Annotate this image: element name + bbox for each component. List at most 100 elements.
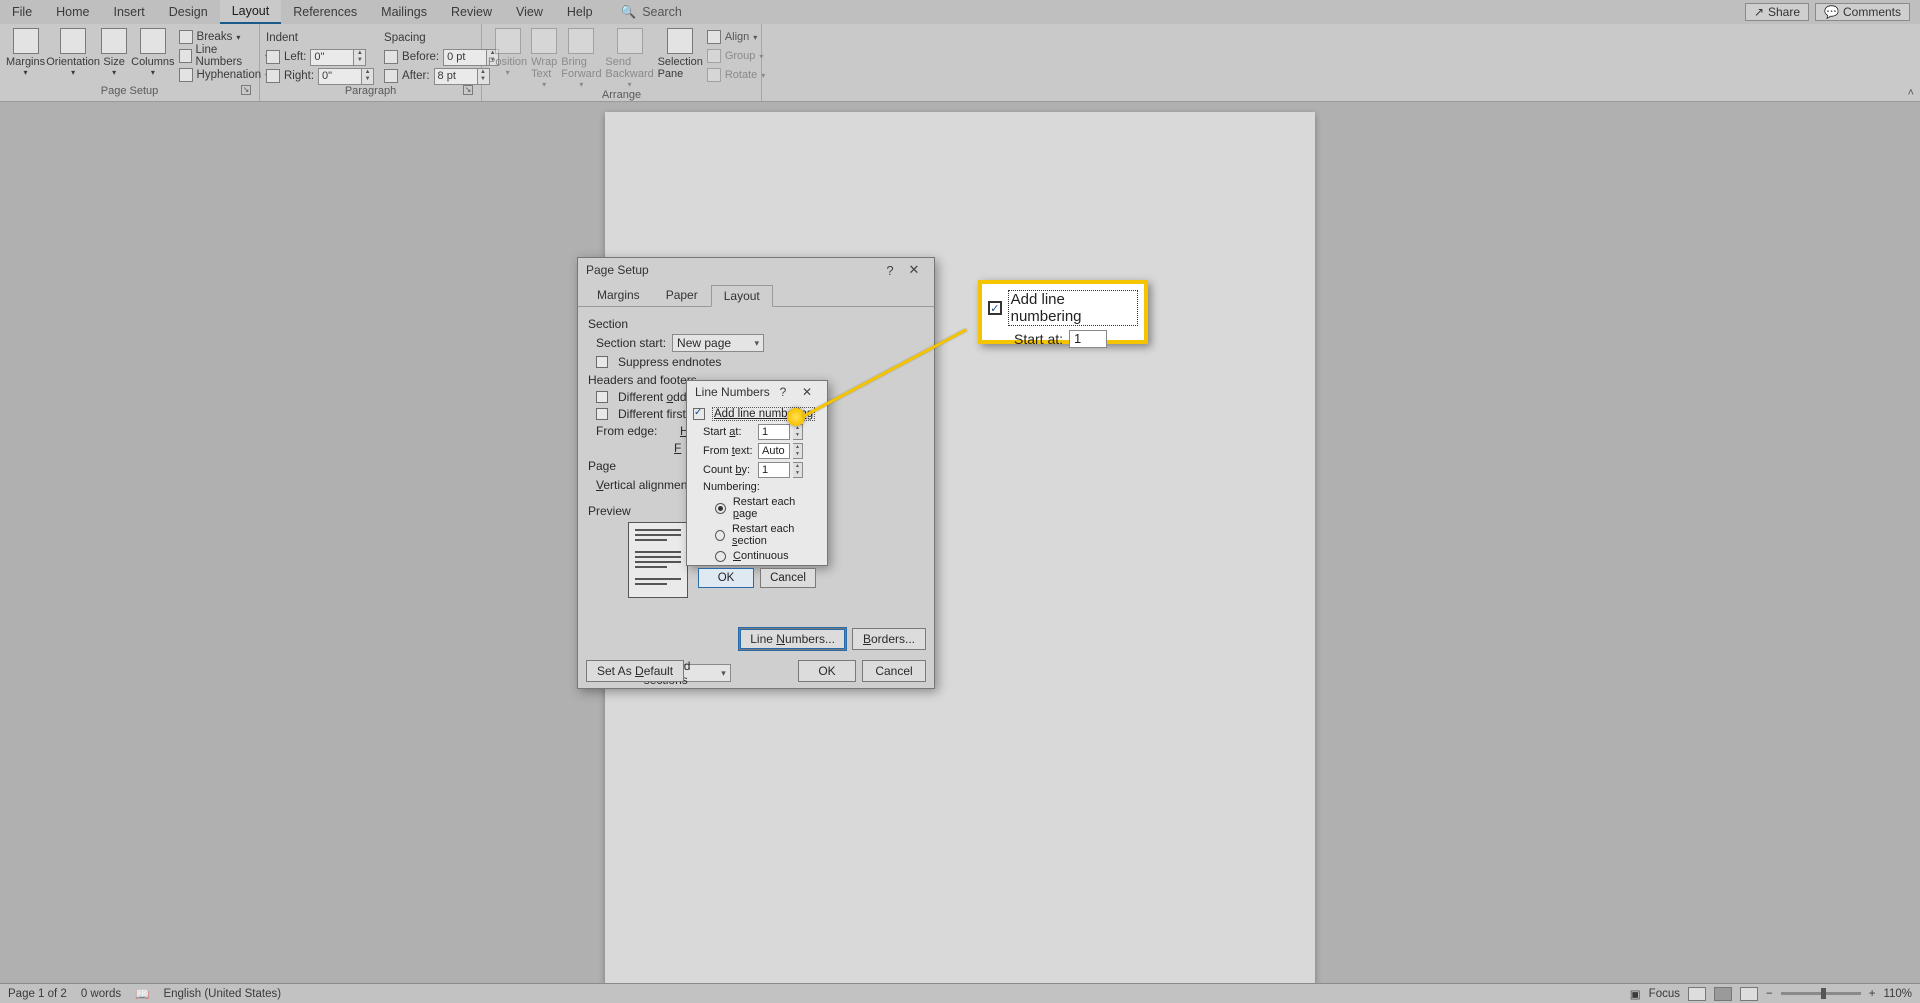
collapse-ribbon-icon[interactable]: ˄ bbox=[1908, 87, 1914, 99]
tab-layout[interactable]: Layout bbox=[220, 0, 282, 24]
page-setup-help-button[interactable]: ? bbox=[878, 263, 902, 278]
bring-forward-label: Bring Forward bbox=[561, 56, 601, 80]
from-text-input[interactable]: Auto bbox=[758, 443, 790, 459]
indent-right[interactable]: Right:0"▲▼ bbox=[266, 67, 374, 85]
add-line-numbering-checkbox[interactable] bbox=[693, 408, 705, 420]
share-button[interactable]: ↗ Share bbox=[1745, 3, 1809, 21]
indent-right-value[interactable]: 0" bbox=[318, 68, 362, 85]
section-start-dropdown[interactable]: New page▾ bbox=[672, 334, 764, 352]
columns-label: Columns bbox=[131, 56, 174, 68]
diff-odd-even-checkbox[interactable] bbox=[596, 391, 608, 403]
ps-tab-margins[interactable]: Margins bbox=[584, 284, 653, 306]
ln-help-button[interactable]: ? bbox=[771, 385, 795, 399]
comments-button[interactable]: 💬 Comments bbox=[1815, 3, 1910, 21]
tab-mailings[interactable]: Mailings bbox=[369, 1, 439, 23]
status-page[interactable]: Page 1 of 2 bbox=[8, 988, 67, 1000]
hyphenation-button[interactable]: Hyphenation▾ bbox=[179, 66, 270, 84]
zoom-out-button[interactable]: − bbox=[1766, 988, 1773, 1000]
focus-mode-icon[interactable]: ▣ bbox=[1630, 987, 1641, 1001]
borders-button[interactable]: Borders... bbox=[852, 628, 926, 650]
rotate-button: Rotate▾ bbox=[707, 66, 765, 84]
start-at-input[interactable]: 1 bbox=[758, 424, 790, 440]
restart-page-radio[interactable] bbox=[715, 503, 726, 514]
position-label: Position bbox=[488, 56, 527, 68]
web-layout-button[interactable] bbox=[1740, 987, 1758, 1001]
bring-forward-icon bbox=[568, 28, 594, 54]
tab-review[interactable]: Review bbox=[439, 1, 504, 23]
status-focus[interactable]: Focus bbox=[1649, 988, 1680, 1000]
line-numbers-label: Line Numbers bbox=[196, 44, 262, 68]
zoom-in-button[interactable]: + bbox=[1869, 988, 1876, 1000]
count-by-input[interactable]: 1 bbox=[758, 462, 790, 478]
line-numbers-dialog: Line Numbers ? ✕ Add line numbering Star… bbox=[686, 380, 828, 566]
tab-help[interactable]: Help bbox=[555, 1, 605, 23]
ps-cancel-button[interactable]: Cancel bbox=[862, 660, 926, 682]
size-button[interactable]: Size▾ bbox=[101, 26, 127, 77]
tab-design[interactable]: Design bbox=[157, 1, 220, 23]
count-by-spinner[interactable]: ▲▼ bbox=[793, 462, 803, 478]
page-setup-launcher[interactable]: ↘ bbox=[241, 85, 251, 95]
spellcheck-icon[interactable]: 📖 bbox=[135, 987, 149, 1001]
rotate-label: Rotate bbox=[725, 69, 757, 81]
indent-left-value[interactable]: 0" bbox=[310, 49, 354, 66]
indent-right-spinner[interactable]: ▲▼ bbox=[362, 68, 374, 85]
continuous-radio[interactable] bbox=[715, 551, 726, 562]
zoom-level[interactable]: 110% bbox=[1883, 988, 1912, 1000]
wrap-text-icon bbox=[531, 28, 557, 54]
group-icon bbox=[707, 49, 721, 63]
columns-button[interactable]: Columns▾ bbox=[131, 26, 174, 77]
document-area: Page Setup ? ✕ Margins Paper Layout Sect… bbox=[0, 102, 1920, 983]
line-numbers-dialog-label: Line Numbers... bbox=[750, 632, 835, 646]
line-numbers-button[interactable]: Line Numbers▾ bbox=[179, 47, 270, 65]
status-language[interactable]: English (United States) bbox=[163, 988, 281, 1000]
ln-close-button[interactable]: ✕ bbox=[795, 385, 819, 399]
callout-checkbox-icon: ✓ bbox=[988, 301, 1002, 315]
from-text-spinner[interactable]: ▲▼ bbox=[793, 443, 803, 459]
group-obj-label: Group bbox=[725, 50, 756, 62]
tab-home[interactable]: Home bbox=[44, 1, 101, 23]
indent-left[interactable]: Left: 0"▲▼ bbox=[266, 48, 374, 66]
selection-pane-button[interactable]: Selection Pane bbox=[658, 26, 703, 80]
diff-first-page-checkbox[interactable] bbox=[596, 408, 608, 420]
line-numbers-dialog-button[interactable]: Line Numbers... bbox=[739, 628, 846, 650]
set-as-default-button[interactable]: Set As Default bbox=[586, 660, 684, 682]
callout-start-at-value: 1 bbox=[1069, 330, 1107, 348]
tab-file[interactable]: File bbox=[0, 1, 44, 23]
ln-ok-button[interactable]: OK bbox=[698, 568, 754, 588]
tab-view[interactable]: View bbox=[504, 1, 555, 23]
ps-tab-layout[interactable]: Layout bbox=[711, 285, 773, 307]
indent-left-label: Left: bbox=[284, 51, 306, 63]
page-setup-close-button[interactable]: ✕ bbox=[902, 262, 926, 278]
suppress-endnotes-checkbox[interactable] bbox=[596, 356, 608, 368]
align-icon bbox=[707, 30, 721, 44]
spacing-after-value[interactable]: 8 pt bbox=[434, 68, 478, 85]
orientation-button[interactable]: Orientation▾ bbox=[49, 26, 97, 77]
ribbon: Margins▾ Orientation▾ Size▾ Columns▾ Bre… bbox=[0, 24, 1920, 102]
status-words[interactable]: 0 words bbox=[81, 988, 121, 1000]
spacing-before-value[interactable]: 0 pt bbox=[443, 49, 487, 66]
ps-tab-paper[interactable]: Paper bbox=[653, 284, 711, 306]
send-backward-button: Send Backward▾ bbox=[606, 26, 654, 89]
align-label: Align bbox=[725, 31, 749, 43]
restart-section-radio[interactable] bbox=[715, 530, 725, 541]
selection-pane-icon bbox=[667, 28, 693, 54]
indent-left-spinner[interactable]: ▲▼ bbox=[354, 49, 366, 66]
start-at-spinner[interactable]: ▲▼ bbox=[793, 424, 803, 440]
search-box[interactable]: 🔍 Search bbox=[605, 5, 682, 20]
print-layout-button[interactable] bbox=[1714, 987, 1732, 1001]
margins-button[interactable]: Margins▾ bbox=[6, 26, 45, 77]
paragraph-launcher[interactable]: ↘ bbox=[463, 85, 473, 95]
ps-ok-button[interactable]: OK bbox=[798, 660, 856, 682]
ln-title: Line Numbers bbox=[695, 385, 770, 399]
margins-label: Margins bbox=[6, 56, 45, 68]
callout-label: Add line numbering bbox=[1008, 290, 1138, 326]
spacing-after-label: After: bbox=[402, 70, 429, 82]
align-button[interactable]: Align▾ bbox=[707, 28, 765, 46]
zoom-slider[interactable] bbox=[1781, 992, 1861, 995]
tab-references[interactable]: References bbox=[281, 1, 369, 23]
page-setup-group-label: Page Setup bbox=[101, 85, 159, 97]
tab-insert[interactable]: Insert bbox=[102, 1, 157, 23]
ln-cancel-button[interactable]: Cancel bbox=[760, 568, 816, 588]
read-mode-button[interactable] bbox=[1688, 987, 1706, 1001]
margins-icon bbox=[13, 28, 39, 54]
